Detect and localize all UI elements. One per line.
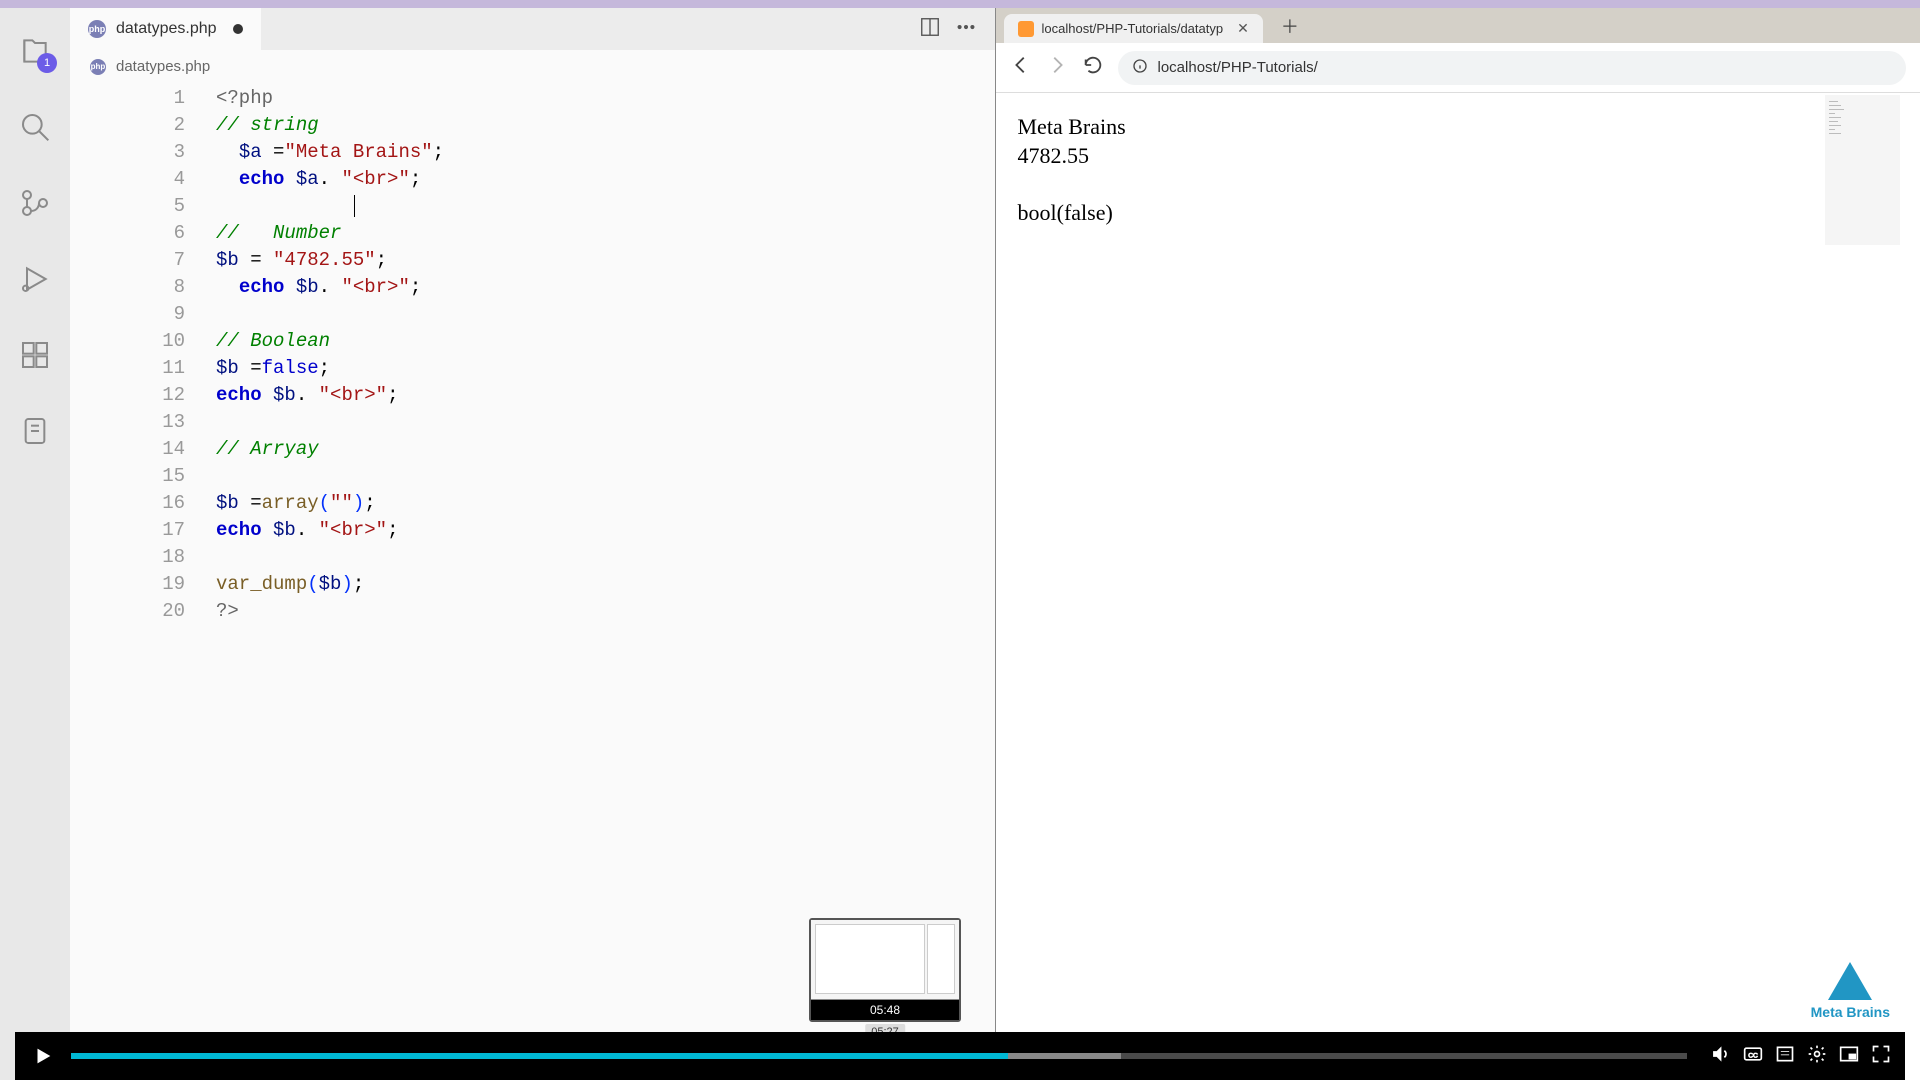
settings-icon[interactable] [1807,1044,1827,1069]
transcript-icon[interactable] [1775,1044,1795,1069]
split-editor-icon[interactable] [919,16,941,43]
site-favicon-icon [1018,21,1034,37]
video-controls: CC [15,1032,1905,1080]
progress-bar[interactable] [71,1053,1687,1059]
progress-played [71,1053,1008,1059]
video-right-controls: CC [1697,1044,1905,1069]
volume-icon[interactable] [1711,1044,1731,1069]
progress-buffered [1008,1053,1121,1059]
explorer-icon[interactable]: 1 [17,33,53,69]
text-cursor-icon [354,195,355,217]
forward-button[interactable] [1046,54,1068,81]
activity-bar: 1 [0,8,70,1080]
url-bar[interactable]: localhost/PHP-Tutorials/ [1118,51,1907,85]
browser-content: Meta Brains 4782.55 bool(false) [996,93,1920,247]
back-button[interactable] [1010,54,1032,81]
site-info-icon[interactable] [1132,58,1148,78]
logo-text: Meta Brains [1811,1004,1890,1020]
fullscreen-icon[interactable] [1871,1044,1891,1069]
reload-button[interactable] [1082,54,1104,81]
output-line: 4782.55 [1018,142,1899,171]
browser-tab[interactable]: localhost/PHP-Tutorials/datatyp ✕ [1004,14,1263,43]
search-icon[interactable] [17,109,53,145]
breadcrumb-file: datatypes.php [116,58,210,75]
new-tab-button[interactable]: ＋ [1273,9,1307,43]
browser-tab-title: localhost/PHP-Tutorials/datatyp [1042,21,1224,36]
php-file-icon: php [90,59,106,75]
tab-title: datatypes.php [116,20,217,38]
logo-triangle-icon [1828,962,1872,1000]
php-file-icon: php [88,20,106,38]
tab-bar: php datatypes.php [70,8,995,50]
browser-tab-bar: localhost/PHP-Tutorials/datatyp ✕ ＋ [996,8,1920,43]
thumbnail-image [811,920,959,1000]
play-button[interactable] [15,1032,71,1080]
close-tab-icon[interactable]: ✕ [1237,20,1249,37]
explorer-badge: 1 [37,53,57,73]
extensions-icon[interactable] [17,337,53,373]
pip-icon[interactable] [1839,1044,1859,1069]
editor-actions [919,16,995,43]
url-text: localhost/PHP-Tutorials/ [1158,59,1318,76]
breadcrumb[interactable]: php datatypes.php [70,50,995,83]
output-line: Meta Brains [1018,113,1899,142]
seek-thumbnail: 05:48 05:27 [809,918,961,1022]
browser-panel: localhost/PHP-Tutorials/datatyp ✕ ＋ loca… [995,8,1920,1080]
captions-icon[interactable]: CC [1743,1044,1763,1069]
tab-datatypes[interactable]: php datatypes.php [70,8,261,50]
testing-icon[interactable] [17,413,53,449]
browser-toolbar: localhost/PHP-Tutorials/ [996,43,1920,93]
output-line: bool(false) [1018,199,1899,228]
line-gutter: 1234567891011121314151617181920 [70,83,210,1080]
dirty-indicator-icon [233,24,243,34]
watermark-logo: Meta Brains [1811,962,1890,1020]
source-control-icon[interactable] [17,185,53,221]
window-title-bar [0,0,1920,8]
more-actions-icon[interactable] [955,16,977,43]
debug-icon[interactable] [17,261,53,297]
minimap[interactable]: ▬▬▬▬▬▬▬▬▬▬▬▬▬▬▬▬▬▬▬▬▬▬▬▬▬▬▬▬▬▬▬ [1825,95,1900,245]
thumbnail-time: 05:48 [811,1000,959,1020]
svg-text:CC: CC [1748,1052,1758,1059]
